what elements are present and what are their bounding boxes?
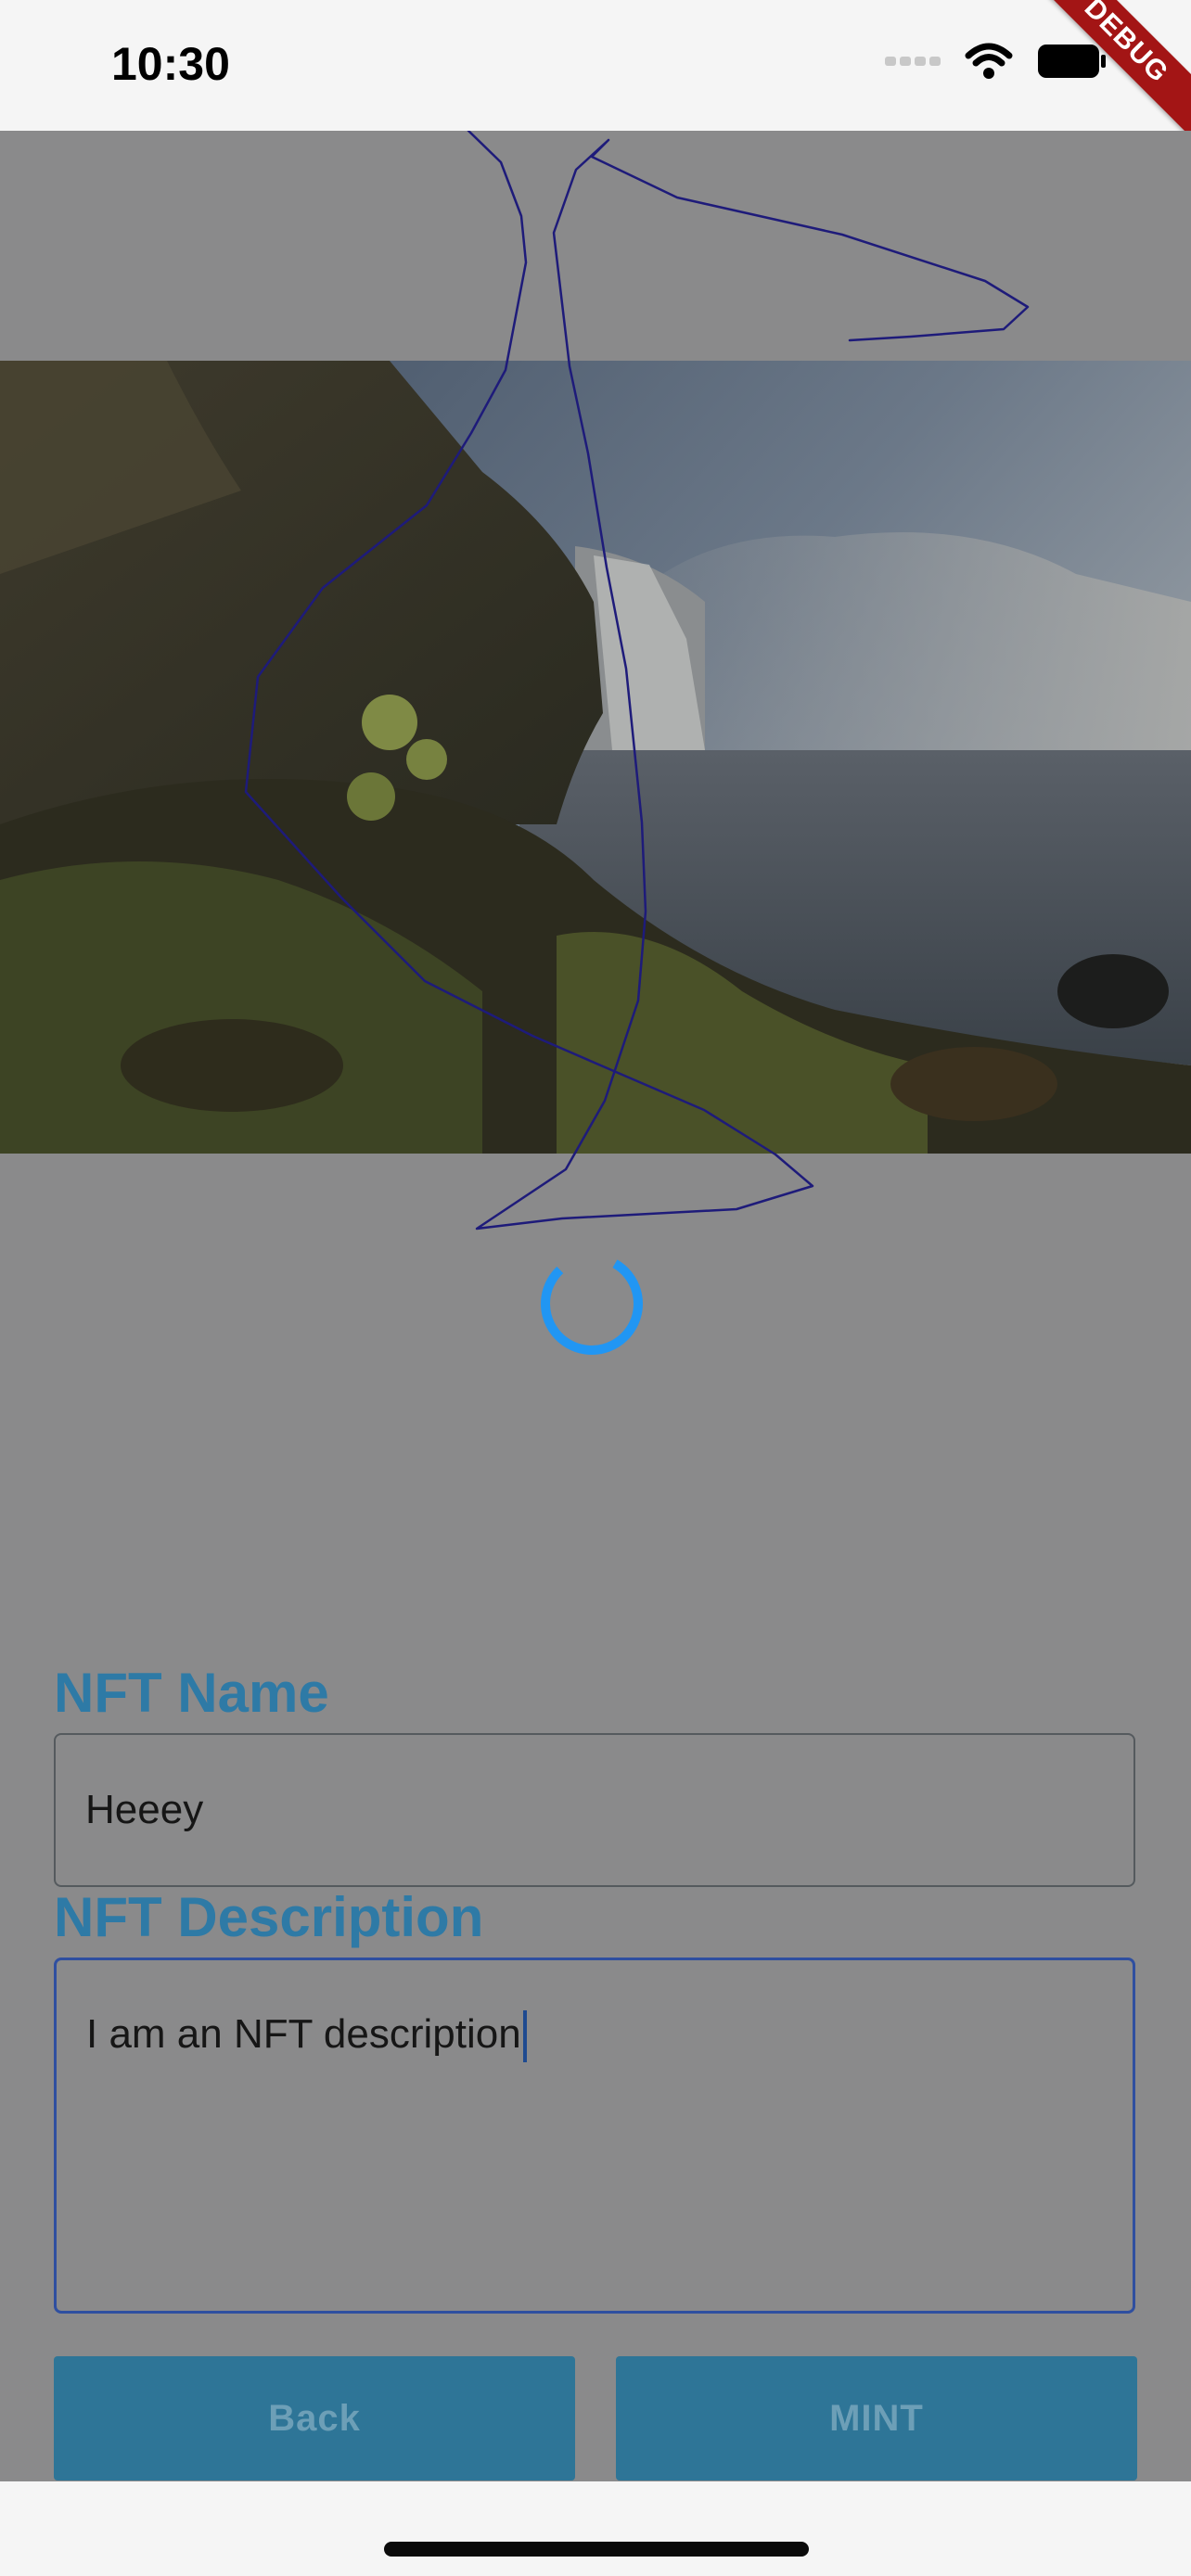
loading-spinner <box>541 1253 643 1355</box>
signal-dots-icon <box>885 55 941 72</box>
nft-description-input[interactable]: I am an NFT description <box>54 1958 1135 2314</box>
text-caret <box>522 2010 527 2063</box>
home-bar <box>0 2481 1191 2576</box>
status-time: 10:30 <box>111 38 230 90</box>
wifi-icon <box>965 43 1013 84</box>
home-indicator[interactable] <box>384 2542 809 2557</box>
drawing-canvas[interactable]: NFT Name Heeey NFT Description I am an N… <box>0 131 1191 2481</box>
nft-name-value: Heeey <box>85 1787 204 1832</box>
back-button[interactable]: Back <box>54 2356 575 2480</box>
nft-description-label: NFT Description <box>54 1886 484 1948</box>
battery-icon <box>1037 44 1108 83</box>
status-bar: 10:30 DEBUG <box>0 0 1191 142</box>
nft-description-value: I am an NFT description <box>86 2011 521 2057</box>
status-icons <box>885 43 1108 84</box>
waterfall-photo <box>0 361 1191 1154</box>
nft-name-label: NFT Name <box>54 1662 329 1724</box>
nft-name-input[interactable]: Heeey <box>54 1733 1135 1887</box>
mint-button[interactable]: MINT <box>616 2356 1137 2480</box>
